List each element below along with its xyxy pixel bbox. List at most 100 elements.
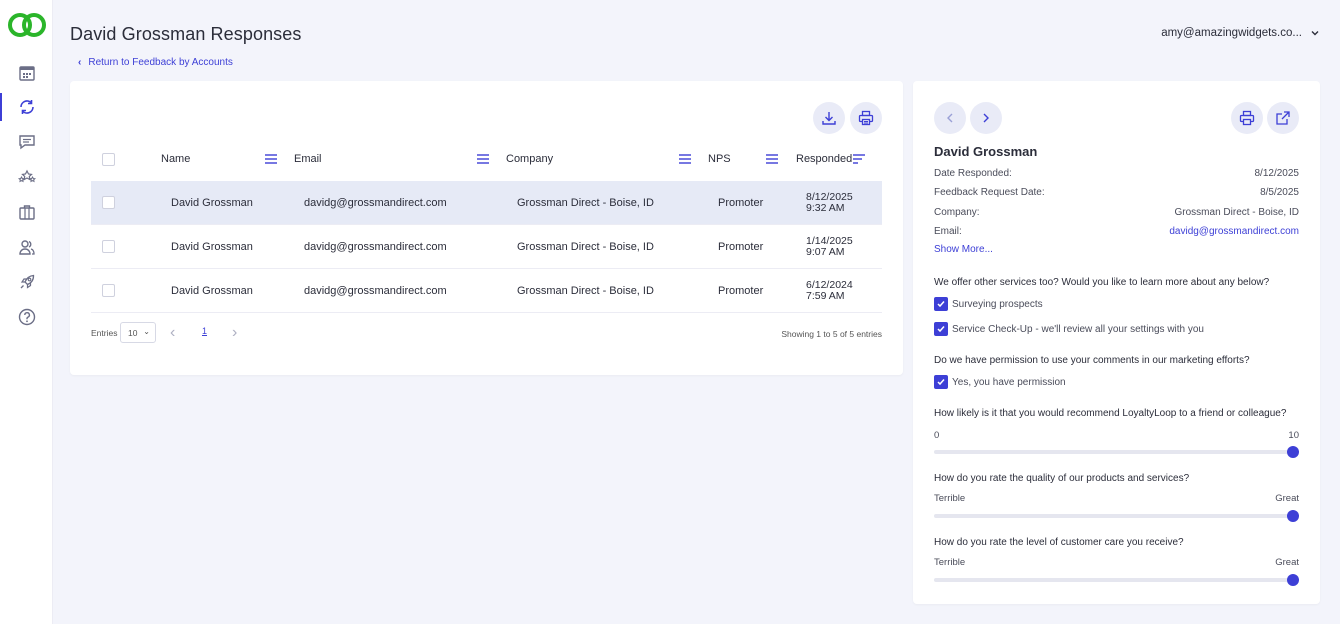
table-row[interactable]: David Grossman davidg@grossmandirect.com…	[91, 225, 882, 269]
sidebar-item-help[interactable]	[0, 303, 53, 331]
download-icon	[822, 112, 836, 125]
entries-value: 10	[128, 328, 138, 338]
column-menu-icon[interactable]	[265, 154, 277, 164]
row-checkbox[interactable]	[102, 284, 115, 297]
question-care: How do you rate the level of customer ca…	[934, 537, 1184, 548]
answer-checkbox[interactable]	[934, 297, 948, 311]
field-company: Company: Grossman Direct - Boise, ID	[934, 207, 1299, 221]
chevron-right-icon	[983, 113, 989, 123]
table-row[interactable]: David Grossman davidg@grossmandirect.com…	[91, 269, 882, 313]
answer-label: Surveying prospects	[952, 298, 1043, 310]
scale-max-label: Great	[1275, 493, 1299, 504]
answer-label: Service Check-Up - we'll review all your…	[952, 323, 1204, 335]
printer-icon	[858, 110, 874, 126]
chevron-left-icon: ‹	[78, 57, 82, 68]
show-more-link[interactable]: Show More...	[934, 244, 993, 255]
loop-icon	[19, 100, 34, 114]
cell-name: David Grossman	[171, 241, 253, 253]
responses-table-card: Name Email Company NPS Responded David G…	[70, 81, 903, 375]
column-menu-icon[interactable]	[477, 154, 489, 164]
sidebar-item-accounts[interactable]	[0, 198, 53, 226]
quality-slider[interactable]	[934, 510, 1299, 522]
table-row[interactable]: David Grossman davidg@grossmandirect.com…	[91, 181, 882, 225]
row-checkbox[interactable]	[102, 196, 115, 209]
entries-select[interactable]: 10 ⌄	[120, 322, 156, 343]
logo[interactable]	[7, 10, 47, 40]
sidebar-item-feedback[interactable]	[0, 93, 53, 121]
sidebar-item-messages[interactable]	[0, 128, 53, 156]
print-button[interactable]	[850, 102, 882, 134]
field-value: 8/12/2025	[1254, 168, 1300, 179]
field-value: 8/5/2025	[1260, 187, 1299, 198]
page-title: David Grossman Responses	[70, 24, 302, 44]
download-button[interactable]	[813, 102, 845, 134]
cell-time: 9:32 AM	[806, 202, 845, 214]
scale-min-label: Terrible	[934, 557, 966, 568]
cell-email: davidg@grossmandirect.com	[304, 197, 447, 209]
col-header-nps[interactable]: NPS	[708, 153, 731, 165]
answer-option: Yes, you have permission	[934, 375, 1066, 389]
entries-label: Entries	[91, 328, 118, 338]
sort-icon[interactable]	[853, 154, 865, 164]
sidebar-item-reviews[interactable]	[0, 163, 53, 191]
field-label: Date Responded:	[934, 168, 1012, 179]
scale-max-label: 10	[1288, 430, 1299, 441]
row-checkbox[interactable]	[102, 240, 115, 253]
field-request-date: Feedback Request Date: 8/5/2025	[934, 187, 1299, 201]
check-icon	[937, 379, 945, 386]
cell-time: 7:59 AM	[806, 290, 845, 302]
care-slider[interactable]	[934, 574, 1299, 586]
slider-handle[interactable]	[1287, 446, 1299, 458]
user-menu[interactable]: amy@amazingwidgets.co...	[1161, 27, 1320, 39]
prev-page-button[interactable]: ‹	[170, 324, 175, 342]
field-label: Feedback Request Date:	[934, 187, 1045, 198]
col-header-responded[interactable]: Responded	[796, 153, 852, 165]
column-menu-icon[interactable]	[766, 154, 778, 164]
select-all-checkbox[interactable]	[102, 153, 115, 166]
prev-response-button[interactable]	[934, 102, 966, 134]
chevron-down-icon	[1311, 31, 1319, 36]
cell-nps: Promoter	[718, 285, 764, 297]
answer-option: Service Check-Up - we'll review all your…	[934, 322, 1204, 336]
question-services: We offer other services too? Would you l…	[934, 277, 1270, 288]
field-label: Company:	[934, 207, 980, 218]
chevron-left-icon	[947, 113, 953, 123]
cell-company: Grossman Direct - Boise, ID	[517, 197, 654, 209]
field-date-responded: Date Responded: 8/12/2025	[934, 168, 1299, 182]
answer-label: Yes, you have permission	[952, 376, 1066, 388]
col-header-company[interactable]: Company	[506, 153, 553, 165]
answer-checkbox[interactable]	[934, 375, 948, 389]
respondent-name: David Grossman	[934, 144, 1038, 159]
open-external-button[interactable]	[1267, 102, 1299, 134]
printer-icon	[1239, 110, 1255, 126]
cell-company: Grossman Direct - Boise, ID	[517, 285, 654, 297]
print-response-button[interactable]	[1231, 102, 1263, 134]
cell-time: 9:07 AM	[806, 246, 845, 258]
col-header-name[interactable]: Name	[161, 153, 190, 165]
showing-entries: Showing 1 to 5 of 5 entries	[781, 329, 882, 339]
recommend-slider[interactable]	[934, 446, 1299, 458]
cell-responded: 8/12/2025 9:32 AM	[806, 192, 853, 214]
answer-checkbox[interactable]	[934, 322, 948, 336]
column-menu-icon[interactable]	[679, 154, 691, 164]
email-link[interactable]: davidg@grossmandirect.com	[1169, 226, 1299, 237]
page-number[interactable]: 1	[202, 326, 207, 336]
field-label: Email:	[934, 226, 962, 237]
sidebar-item-launch[interactable]	[0, 268, 53, 296]
question-quality: How do you rate the quality of our produ…	[934, 473, 1190, 484]
briefcase-icon	[18, 205, 35, 220]
back-link[interactable]: ‹ Return to Feedback by Accounts	[78, 57, 233, 68]
question-recommend: How likely is it that you would recommen…	[934, 408, 1287, 419]
table-header: Name Email Company NPS Responded	[91, 149, 882, 171]
rocket-icon	[20, 274, 34, 289]
next-page-button[interactable]: ›	[232, 324, 237, 342]
sidebar-item-users[interactable]	[0, 233, 53, 261]
cell-company: Grossman Direct - Boise, ID	[517, 241, 654, 253]
col-header-email[interactable]: Email	[294, 153, 322, 165]
slider-handle[interactable]	[1287, 574, 1299, 586]
cell-name: David Grossman	[171, 197, 253, 209]
slider-handle[interactable]	[1287, 510, 1299, 522]
next-response-button[interactable]	[970, 102, 1002, 134]
sidebar-item-calendar[interactable]	[0, 59, 53, 87]
field-email: Email: davidg@grossmandirect.com	[934, 226, 1299, 240]
